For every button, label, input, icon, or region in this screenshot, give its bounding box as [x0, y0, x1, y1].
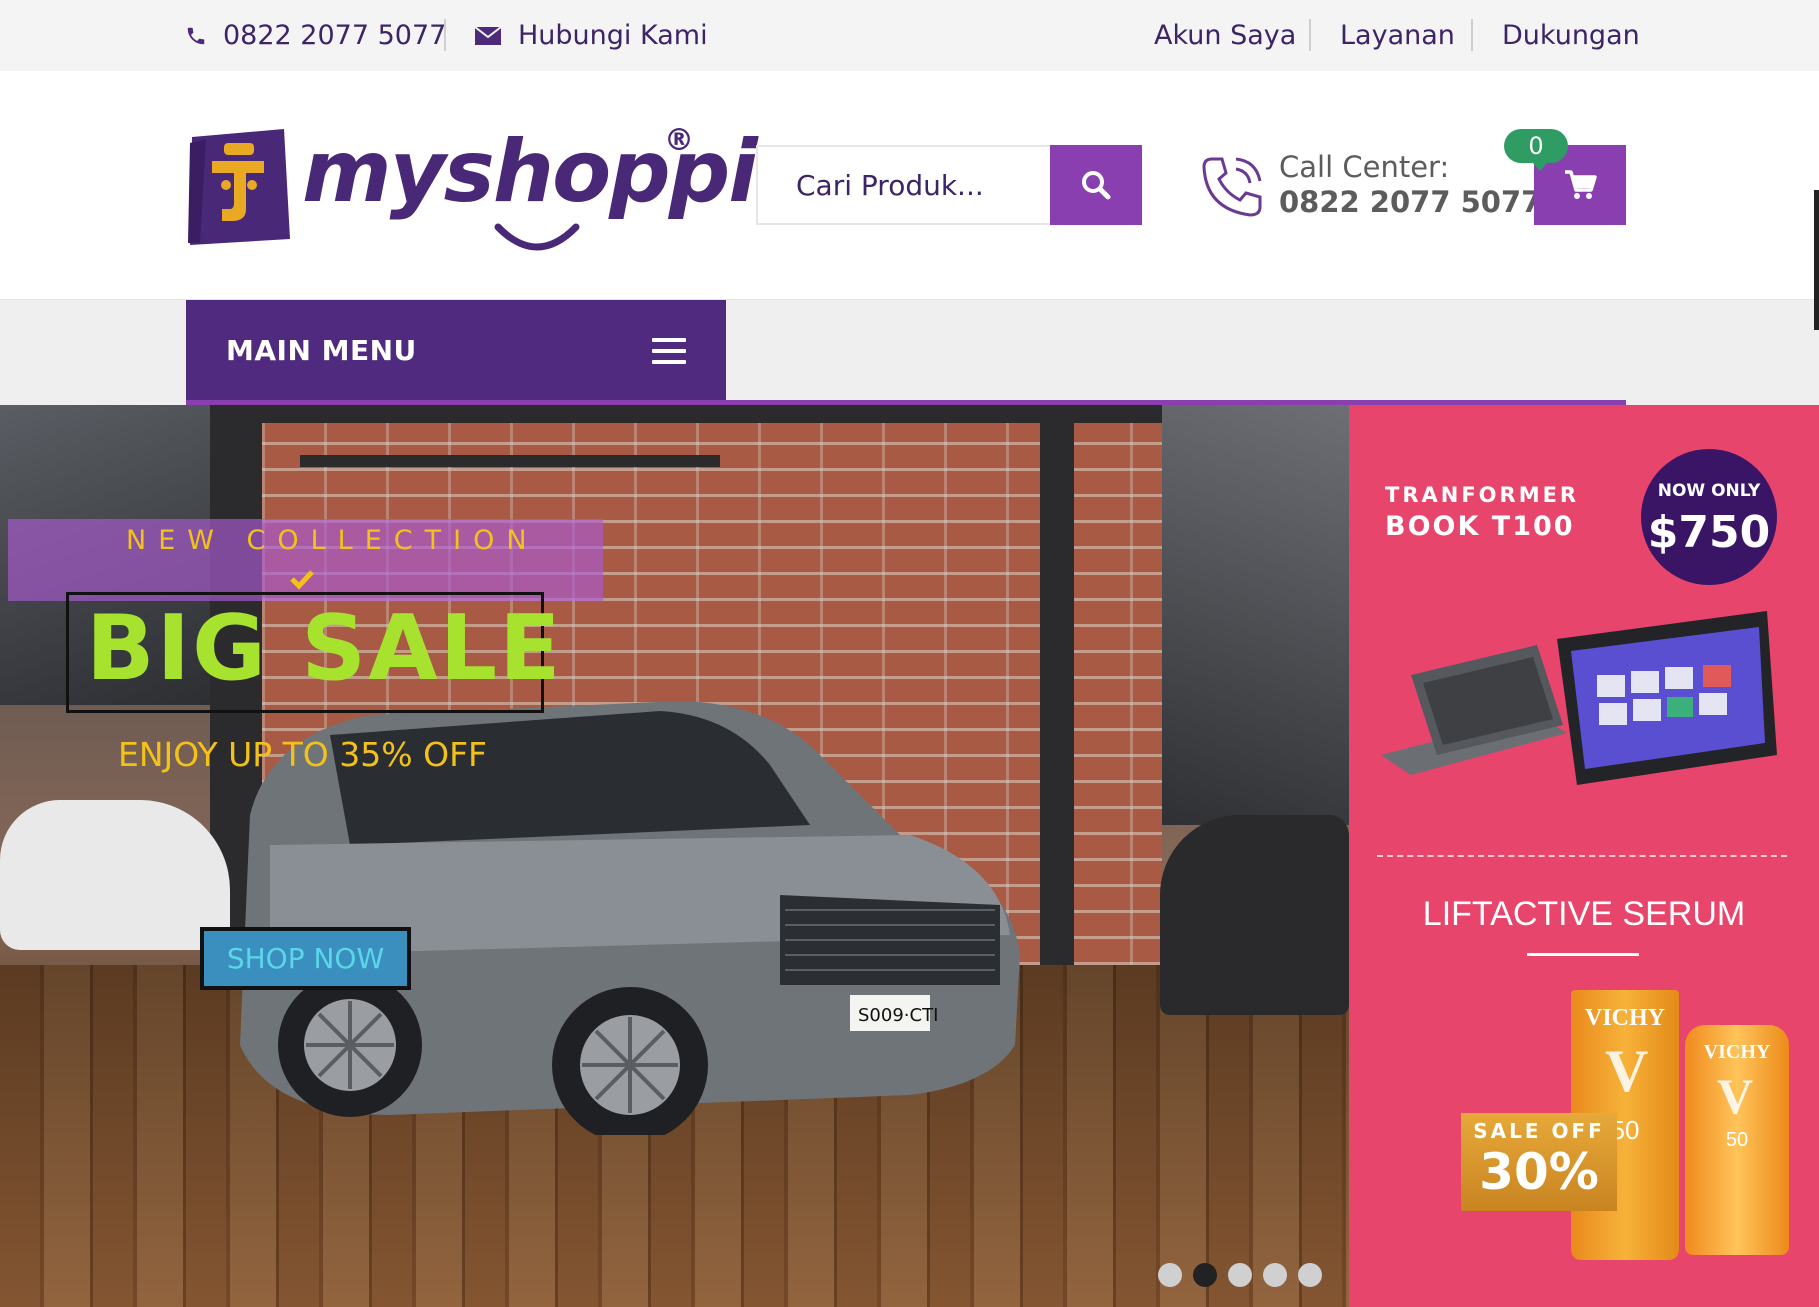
steel-beam: [300, 455, 720, 467]
call-center-label: Call Center:: [1279, 150, 1450, 184]
divider: [444, 19, 446, 51]
price-value: $750: [1647, 507, 1771, 558]
contact-link[interactable]: Hubungi Kami: [474, 0, 708, 71]
side-promo-banner[interactable]: TRANFORMER BOOK T100 NOW ONLY $750 LIFTA…: [1349, 405, 1819, 1307]
sale-value: 30%: [1479, 1143, 1599, 1201]
shop-now-button[interactable]: SHOP NOW: [200, 927, 411, 990]
envelope-icon: [474, 25, 502, 45]
slider-dot[interactable]: [1263, 1263, 1287, 1287]
top-phone-text: 0822 2077 5077: [223, 20, 447, 51]
brand-v-mark: V: [1717, 1068, 1754, 1124]
scrollbar-edge[interactable]: [1814, 190, 1819, 330]
divider: [1309, 19, 1311, 51]
top-bar: 0822 2077 5077 Hubungi Kami Akun Saya La…: [0, 0, 1819, 71]
contact-text: Hubungi Kami: [518, 20, 708, 51]
phone-icon: [187, 27, 205, 44]
laptop-tablet-image: [1381, 611, 1777, 785]
brand-label: VICHY: [1584, 1005, 1665, 1031]
cart-count-badge: 0: [1504, 129, 1568, 171]
hamburger-icon: [652, 338, 686, 364]
site-logo[interactable]: myshoppi ®: [186, 123, 758, 263]
steel-beam: [1040, 405, 1074, 965]
logo-registered-mark: ®: [664, 123, 694, 158]
search-icon: [1082, 171, 1111, 200]
phone-call-icon: [1202, 157, 1262, 217]
slider-dot-active[interactable]: [1193, 1263, 1217, 1287]
brand-label: VICHY: [1703, 1041, 1771, 1063]
main-menu-label: MAIN MENU: [226, 333, 417, 367]
background-car: [0, 800, 230, 950]
main-menu-button[interactable]: MAIN MENU: [186, 300, 726, 400]
promo-product-line1: TRANFORMER: [1385, 483, 1580, 507]
background-car: [1160, 815, 1349, 1015]
call-center-number[interactable]: 0822 2077 5077: [1279, 185, 1541, 219]
sale-label: SALE OFF: [1473, 1119, 1605, 1143]
hero-subline: ENJOY UP TO 35% OFF: [118, 735, 488, 774]
hero-background: [1162, 405, 1349, 825]
spf-label: 50: [1725, 1129, 1749, 1151]
services-link-label: Layanan: [1340, 20, 1455, 51]
services-link[interactable]: Layanan: [1340, 0, 1455, 71]
shopping-bag-logo-icon: [188, 129, 290, 245]
top-phone-link[interactable]: 0822 2077 5077: [185, 0, 446, 71]
svg-text:S009·CTI: S009·CTI: [858, 1005, 938, 1026]
brand-v-mark: V: [1605, 1038, 1649, 1104]
nav-bar: MAIN MENU: [0, 299, 1819, 406]
hero-slider[interactable]: S009·CTI NEW COLLECTION BIG SALE ENJOY U…: [0, 405, 1349, 1307]
collection-eyebrow: NEW COLLECTION: [126, 525, 539, 556]
price-badge: NOW ONLY $750: [1641, 449, 1777, 585]
account-link[interactable]: Akun Saya: [1154, 0, 1296, 71]
support-link[interactable]: Dukungan: [1502, 0, 1640, 71]
divider: [1471, 19, 1473, 51]
search-button[interactable]: [1050, 145, 1142, 225]
divider: [1377, 855, 1787, 857]
steel-beam: [262, 405, 1162, 423]
promo-product-line2: BOOK T100: [1385, 511, 1575, 542]
check-icon: [290, 570, 314, 590]
support-link-label: Dukungan: [1502, 20, 1640, 51]
slider-dot[interactable]: [1298, 1263, 1322, 1287]
serum-title: LIFTACTIVE SERUM: [1422, 895, 1746, 933]
cart-icon: [1565, 170, 1597, 199]
smile-icon: [494, 223, 580, 251]
hero-headline: BIG SALE: [86, 596, 563, 701]
price-label: NOW ONLY: [1657, 481, 1761, 501]
slider-pagination: [1158, 1263, 1322, 1287]
divider: [1527, 953, 1639, 956]
site-header: myshoppi ® Cari Produk... Call Center: 0…: [0, 71, 1819, 299]
search-input[interactable]: Cari Produk...: [756, 145, 1052, 225]
slider-dot[interactable]: [1228, 1263, 1252, 1287]
slider-dot[interactable]: [1158, 1263, 1182, 1287]
account-link-label: Akun Saya: [1154, 20, 1297, 51]
